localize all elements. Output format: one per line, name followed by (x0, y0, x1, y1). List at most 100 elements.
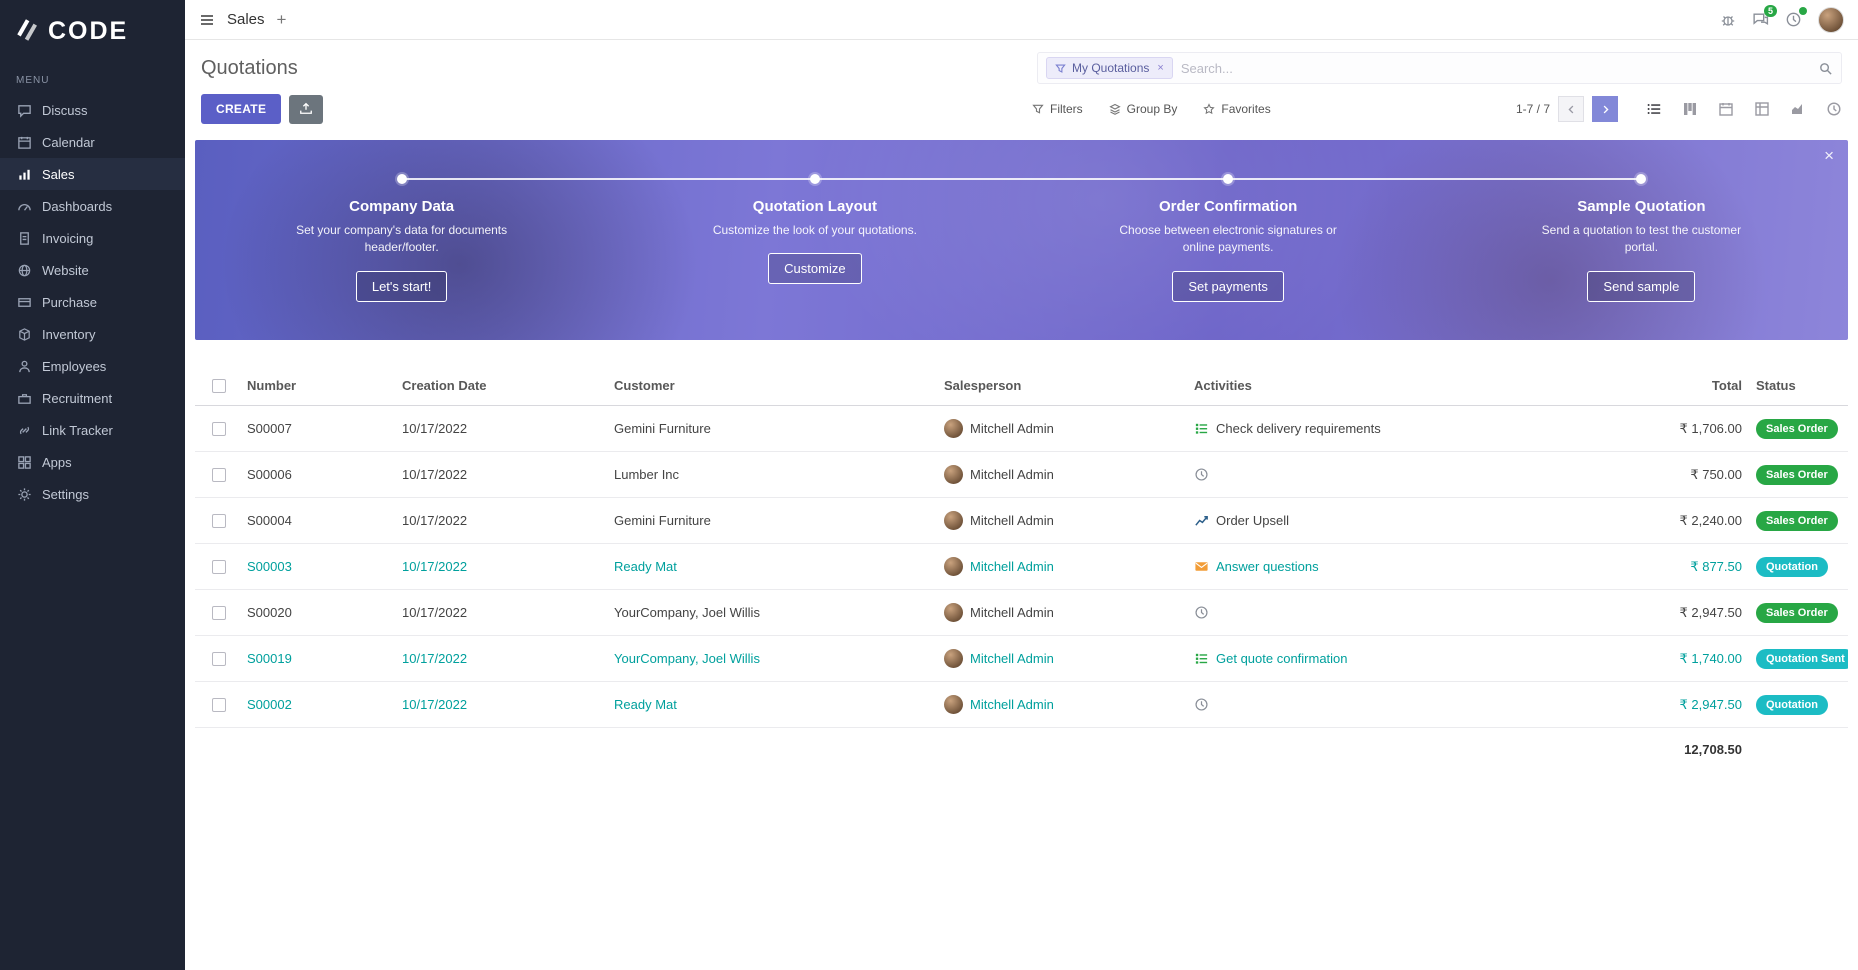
cell-activity[interactable]: Check delivery requirements (1216, 421, 1381, 436)
table-row[interactable]: S00003 10/17/2022 Ready Mat Mitchell Adm… (195, 544, 1848, 590)
table-row[interactable]: S00019 10/17/2022 YourCompany, Joel Will… (195, 636, 1848, 682)
pivot-view-icon[interactable] (1754, 101, 1770, 117)
header-status[interactable]: Status (1752, 378, 1848, 393)
tasks-icon[interactable] (1194, 651, 1209, 666)
upsell-chart-icon[interactable] (1194, 513, 1209, 528)
header-total[interactable]: Total (1622, 378, 1752, 393)
row-checkbox[interactable] (212, 514, 226, 528)
row-checkbox[interactable] (212, 698, 226, 712)
sidebar-item-label: Inventory (42, 327, 95, 342)
activity-view-icon[interactable] (1826, 101, 1842, 117)
header-salesperson[interactable]: Salesperson (940, 378, 1190, 393)
sidebar-item-label: Settings (42, 487, 89, 502)
create-button[interactable]: CREATE (201, 94, 281, 124)
graph-view-icon[interactable] (1790, 101, 1806, 117)
header-activities[interactable]: Activities (1190, 378, 1622, 393)
step-title: Order Confirmation (1022, 198, 1435, 215)
cell-total: ₹ 877.50 (1622, 559, 1752, 575)
search-icon[interactable] (1818, 61, 1833, 76)
sidebar-item-invoicing[interactable]: Invoicing (0, 222, 185, 254)
onboarding-step-order-confirmation: Order Confirmation Choose between electr… (1022, 198, 1435, 340)
sidebar-item-settings[interactable]: Settings (0, 478, 185, 510)
calendar-view-icon[interactable] (1718, 101, 1734, 117)
sidebar-item-label: Purchase (42, 295, 97, 310)
search-facet-label: My Quotations (1072, 61, 1149, 75)
facet-remove-icon[interactable]: × (1157, 62, 1163, 74)
sidebar-item-employees[interactable]: Employees (0, 350, 185, 382)
row-checkbox[interactable] (212, 652, 226, 666)
cell-customer: YourCompany, Joel Willis (610, 605, 940, 620)
sidebar-item-website[interactable]: Website (0, 254, 185, 286)
row-checkbox[interactable] (212, 606, 226, 620)
sidebar-item-discuss[interactable]: Discuss (0, 94, 185, 126)
favorites-star-icon (1203, 103, 1215, 115)
sidebar-item-dashboards[interactable]: Dashboards (0, 190, 185, 222)
clock-icon[interactable] (1194, 467, 1209, 482)
sidebar-item-sales[interactable]: Sales (0, 158, 185, 190)
brand-logo[interactable]: CODE (0, 0, 185, 61)
search-facet-my-quotations[interactable]: My Quotations × (1046, 57, 1173, 79)
sidebar-item-label: Employees (42, 359, 106, 374)
set-payments-button[interactable]: Set payments (1172, 271, 1284, 302)
favorites-button[interactable]: Favorites (1203, 102, 1270, 116)
pager-next-button[interactable] (1592, 96, 1618, 122)
sidebar-item-apps[interactable]: Apps (0, 446, 185, 478)
clock-icon[interactable] (1194, 697, 1209, 712)
table-row[interactable]: S00007 10/17/2022 Gemini Furniture Mitch… (195, 406, 1848, 452)
sidebar-item-purchase[interactable]: Purchase (0, 286, 185, 318)
group-by-button[interactable]: Group By (1109, 102, 1178, 116)
header-customer[interactable]: Customer (610, 378, 940, 393)
add-tab-button[interactable]: + (277, 10, 287, 30)
header-number[interactable]: Number (243, 378, 398, 393)
hamburger-menu-icon[interactable] (199, 12, 215, 28)
sidebar-item-link-tracker[interactable]: Link Tracker (0, 414, 185, 446)
table-row[interactable]: S00020 10/17/2022 YourCompany, Joel Will… (195, 590, 1848, 636)
purchase-icon (16, 294, 32, 310)
sidebar-item-calendar[interactable]: Calendar (0, 126, 185, 158)
lets-start-button[interactable]: Let's start! (356, 271, 448, 302)
select-all-checkbox[interactable] (212, 379, 226, 393)
header-creation-date[interactable]: Creation Date (398, 378, 610, 393)
row-checkbox[interactable] (212, 468, 226, 482)
app-title[interactable]: Sales (227, 11, 265, 28)
tasks-icon[interactable] (1194, 421, 1209, 436)
table-row[interactable]: S00004 10/17/2022 Gemini Furniture Mitch… (195, 498, 1848, 544)
kanban-view-icon[interactable] (1682, 101, 1698, 117)
cell-salesperson: Mitchell Admin (970, 467, 1054, 482)
pager-prev-button[interactable] (1558, 96, 1584, 122)
cell-number: S00007 (243, 421, 398, 436)
website-icon (16, 262, 32, 278)
send-sample-button[interactable]: Send sample (1587, 271, 1695, 302)
row-checkbox[interactable] (212, 560, 226, 574)
messages-icon[interactable]: 5 (1752, 11, 1769, 28)
control-panel-tools: Filters Group By Favorites (1032, 96, 1842, 122)
quotations-table: Number Creation Date Customer Salesperso… (195, 366, 1848, 770)
filters-button[interactable]: Filters (1032, 102, 1083, 116)
table-row[interactable]: S00002 10/17/2022 Ready Mat Mitchell Adm… (195, 682, 1848, 728)
list-view-icon[interactable] (1646, 101, 1662, 117)
step-title: Company Data (195, 198, 608, 215)
cell-salesperson: Mitchell Admin (970, 421, 1054, 436)
customize-button[interactable]: Customize (768, 253, 861, 284)
cell-date: 10/17/2022 (398, 421, 610, 436)
row-checkbox[interactable] (212, 422, 226, 436)
cell-number: S00020 (243, 605, 398, 620)
page-title: Quotations (201, 57, 298, 80)
table-row[interactable]: S00006 10/17/2022 Lumber Inc Mitchell Ad… (195, 452, 1848, 498)
cell-activity[interactable]: Answer questions (1216, 559, 1319, 574)
activities-clock-icon[interactable] (1785, 11, 1802, 28)
clock-icon[interactable] (1194, 605, 1209, 620)
email-icon[interactable] (1194, 559, 1209, 574)
cell-total: ₹ 2,240.00 (1622, 513, 1752, 529)
sidebar-item-inventory[interactable]: Inventory (0, 318, 185, 350)
cell-activity[interactable]: Get quote confirmation (1216, 651, 1348, 666)
cell-activity[interactable]: Order Upsell (1216, 513, 1289, 528)
export-button[interactable] (289, 95, 323, 124)
search-input[interactable] (1181, 61, 1818, 76)
sidebar-item-recruitment[interactable]: Recruitment (0, 382, 185, 414)
search-bar[interactable]: My Quotations × (1037, 52, 1842, 84)
user-avatar[interactable] (1818, 7, 1844, 33)
debug-bug-icon[interactable] (1720, 12, 1736, 28)
dashboards-icon (16, 198, 32, 214)
status-badge: Sales Order (1756, 465, 1838, 485)
